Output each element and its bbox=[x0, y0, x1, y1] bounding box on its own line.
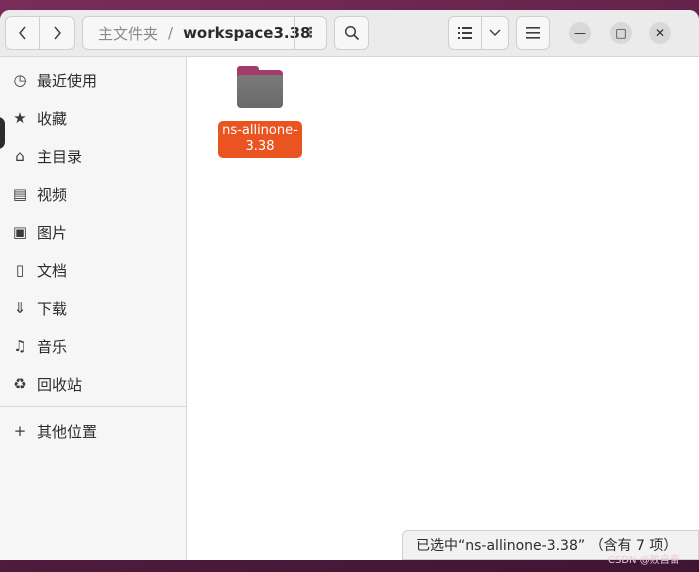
sidebar-item-label: 收藏 bbox=[37, 109, 68, 128]
breadcrumb-home[interactable]: 主文件夹 bbox=[83, 23, 158, 44]
sidebar-item-label: 回收站 bbox=[37, 375, 83, 394]
forward-button[interactable] bbox=[40, 17, 74, 49]
chevron-left-icon bbox=[18, 26, 26, 40]
back-button[interactable] bbox=[6, 17, 41, 49]
sidebar-item-label: 音乐 bbox=[37, 337, 68, 356]
file-manager-window: 主文件夹 / workspace3.38 ⋮ — □ ✕ ◷ 最近使用 ★ 收藏… bbox=[0, 10, 699, 560]
maximize-icon: □ bbox=[615, 26, 627, 40]
header-bar: 主文件夹 / workspace3.38 ⋮ — □ ✕ bbox=[0, 10, 699, 57]
watermark-text: CSDN @败自奋 bbox=[608, 555, 680, 566]
sidebar-item-music[interactable]: ♫ 音乐 bbox=[0, 327, 186, 365]
sidebar-item-documents[interactable]: ▯ 文档 bbox=[0, 251, 186, 289]
view-controls bbox=[448, 16, 509, 50]
maximize-button[interactable]: □ bbox=[610, 22, 632, 44]
breadcrumb-separator: / bbox=[168, 24, 174, 42]
sidebar-item-label: 视频 bbox=[37, 185, 68, 204]
chevron-right-icon bbox=[54, 26, 61, 40]
folder-icon-front bbox=[237, 75, 283, 108]
search-button[interactable] bbox=[334, 16, 369, 50]
sidebar-item-label: 文档 bbox=[37, 261, 68, 280]
star-icon: ★ bbox=[13, 109, 27, 127]
sidebar-item-recent[interactable]: ◷ 最近使用 bbox=[0, 61, 186, 99]
minimize-icon: — bbox=[574, 26, 586, 40]
document-icon: ▯ bbox=[15, 261, 25, 279]
home-icon: ⌂ bbox=[15, 147, 25, 165]
video-icon: ▤ bbox=[12, 185, 28, 203]
sidebar-item-videos[interactable]: ▤ 视频 bbox=[0, 175, 186, 213]
main-menu-button[interactable] bbox=[516, 16, 550, 50]
list-view-button[interactable] bbox=[449, 17, 483, 49]
minimize-button[interactable]: — bbox=[569, 22, 591, 44]
search-icon bbox=[344, 25, 359, 41]
music-icon: ♫ bbox=[13, 337, 27, 355]
sidebar-item-label: 主目录 bbox=[37, 147, 83, 166]
trash-icon: ♻ bbox=[13, 375, 27, 393]
list-view-icon bbox=[458, 27, 473, 39]
close-icon: ✕ bbox=[654, 26, 666, 40]
sidebar-item-label: 下载 bbox=[37, 299, 68, 318]
close-button[interactable]: ✕ bbox=[649, 22, 671, 44]
sidebar-item-trash[interactable]: ♻ 回收站 bbox=[0, 365, 186, 403]
folder-icon[interactable] bbox=[237, 66, 283, 108]
path-bar: 主文件夹 / workspace3.38 ⋮ bbox=[82, 16, 327, 50]
path-menu-button[interactable]: ⋮ bbox=[294, 17, 326, 49]
sidebar-item-label: 最近使用 bbox=[37, 71, 98, 90]
sidebar-item-home[interactable]: ⌂ 主目录 bbox=[0, 137, 186, 175]
sidebar: ◷ 最近使用 ★ 收藏 ⌂ 主目录 ▤ 视频 ▣ 图片 ▯ 文档 ⇓ 下载 ♫ bbox=[0, 57, 187, 560]
folder-name-label[interactable]: ns-allinone-3.38 bbox=[218, 121, 302, 158]
sidebar-item-downloads[interactable]: ⇓ 下载 bbox=[0, 289, 186, 327]
image-icon: ▣ bbox=[12, 223, 28, 241]
chevron-down-icon bbox=[489, 29, 501, 36]
download-icon: ⇓ bbox=[13, 299, 27, 317]
sidebar-item-other-locations[interactable]: + 其他位置 bbox=[0, 412, 186, 450]
breadcrumb-current[interactable]: workspace3.38 bbox=[183, 24, 310, 42]
plus-icon: + bbox=[13, 422, 27, 440]
sidebar-item-label: 其他位置 bbox=[37, 422, 98, 441]
sidebar-divider bbox=[0, 406, 186, 407]
sidebar-item-pictures[interactable]: ▣ 图片 bbox=[0, 213, 186, 251]
view-options-dropdown[interactable] bbox=[482, 17, 508, 49]
file-view: ns-allinone-3.38 bbox=[187, 57, 699, 560]
sidebar-item-starred[interactable]: ★ 收藏 bbox=[0, 99, 186, 137]
navigation-buttons bbox=[5, 16, 75, 50]
sidebar-item-label: 图片 bbox=[37, 223, 68, 242]
clock-icon: ◷ bbox=[13, 71, 27, 89]
hamburger-menu-icon bbox=[526, 27, 540, 39]
